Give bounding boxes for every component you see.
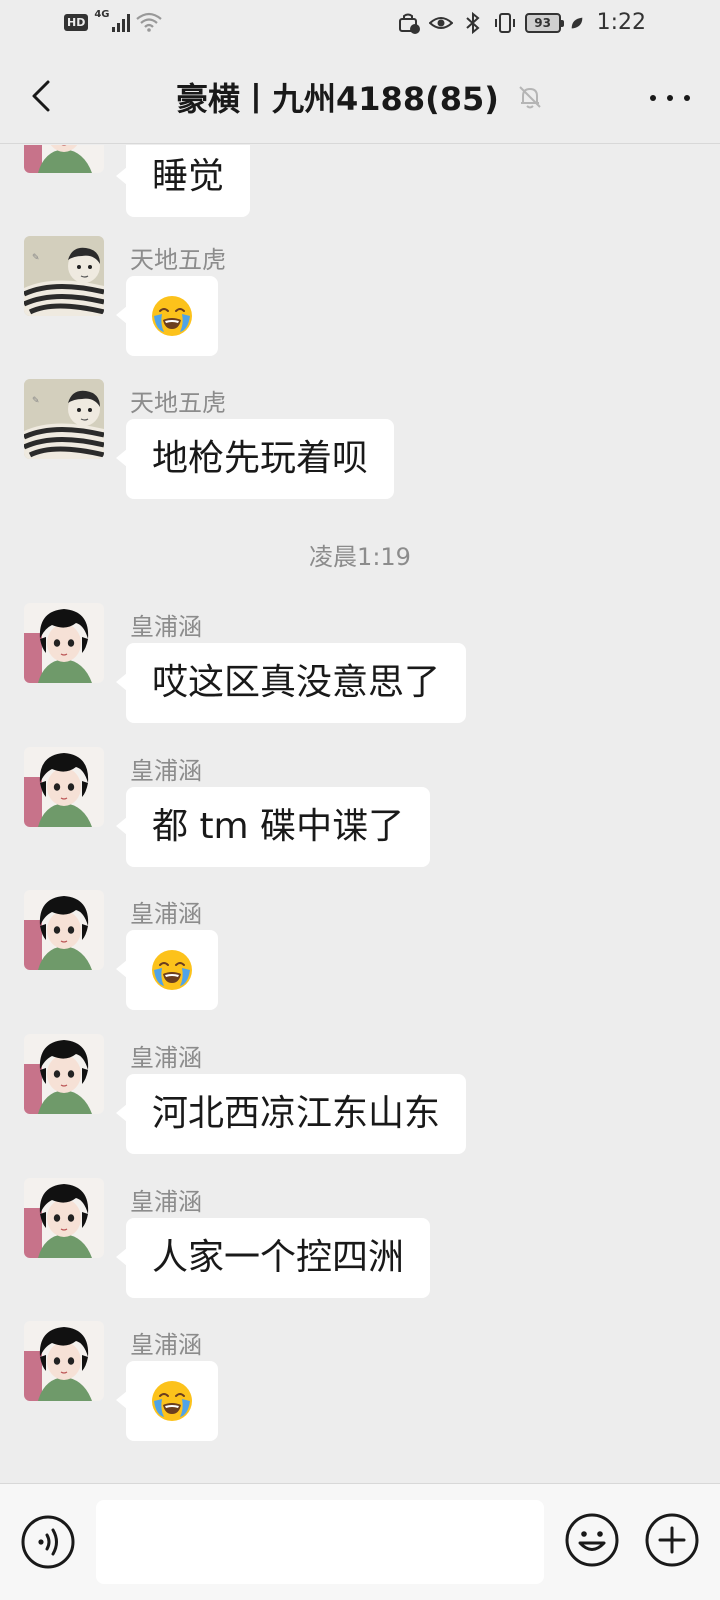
vpn-key-icon bbox=[398, 13, 420, 34]
timestamp: 凌晨1:19 bbox=[309, 543, 411, 571]
message-list[interactable]: 睡觉 天地五虎 天地五虎 地枪先玩着呗 凌晨1:19 皇浦涵 哎这区真没意思了 … bbox=[0, 145, 720, 1483]
loudly-crying-face-icon bbox=[150, 294, 194, 338]
message-item: 天地五虎 bbox=[24, 236, 704, 356]
avatar[interactable] bbox=[24, 145, 104, 173]
sender-name: 皇浦涵 bbox=[130, 757, 202, 785]
message-bubble[interactable]: 睡觉 bbox=[115, 145, 251, 217]
message-bubble[interactable]: 哎这区真没意思了 bbox=[115, 643, 467, 723]
title-area: 豪横丨九州4188(85) bbox=[0, 74, 720, 120]
avatar[interactable] bbox=[24, 890, 104, 970]
message-bubble[interactable]: 人家一个控四洲 bbox=[115, 1218, 431, 1298]
smiley-icon[interactable] bbox=[564, 1512, 620, 1568]
battery-icon: 93 bbox=[524, 12, 564, 33]
bluetooth-icon bbox=[465, 11, 480, 34]
vibrate-icon bbox=[494, 12, 515, 33]
loudly-crying-face-icon bbox=[150, 948, 194, 992]
message-item: 皇浦涵 河北西凉江东山东 bbox=[24, 1034, 704, 1154]
message-bubble[interactable]: 都 tm 碟中谍了 bbox=[115, 787, 431, 867]
avatar[interactable] bbox=[24, 603, 104, 683]
avatar[interactable] bbox=[24, 1178, 104, 1258]
bell-off-icon bbox=[519, 86, 541, 109]
battery-level: 93 bbox=[534, 15, 551, 30]
message-item: 天地五虎 地枪先玩着呗 bbox=[24, 379, 704, 499]
message-item: 皇浦涵 哎这区真没意思了 bbox=[24, 603, 704, 723]
eye-icon bbox=[428, 16, 453, 29]
message-item: 皇浦涵 bbox=[24, 890, 704, 1010]
sender-name: 天地五虎 bbox=[130, 246, 226, 274]
message-bubble[interactable] bbox=[116, 276, 218, 356]
sender-name: 皇浦涵 bbox=[130, 1044, 202, 1072]
avatar[interactable] bbox=[24, 236, 104, 316]
message-bubble[interactable]: 地枪先玩着呗 bbox=[115, 419, 395, 499]
avatar[interactable] bbox=[24, 747, 104, 827]
message-bubble[interactable]: 河北西凉江东山东 bbox=[115, 1074, 467, 1154]
loudly-crying-face-icon bbox=[150, 1379, 194, 1423]
chat-title: 豪横丨九州4188(85) bbox=[176, 80, 499, 118]
hd-badge: HD bbox=[64, 13, 89, 31]
message-input[interactable] bbox=[96, 1500, 544, 1584]
message-text: 人家一个控四洲 bbox=[152, 1237, 405, 1278]
status-left: HD 4G bbox=[64, 8, 162, 32]
message-item: 皇浦涵 都 tm 碟中谍了 bbox=[24, 747, 704, 867]
message-bubble[interactable] bbox=[116, 930, 218, 1010]
avatar[interactable] bbox=[24, 1321, 104, 1401]
status-time: 1:22 bbox=[596, 10, 646, 35]
message-item: 睡觉 bbox=[24, 145, 704, 217]
message-text: 河北西凉江东山东 bbox=[152, 1093, 441, 1134]
more-options-icon[interactable] bbox=[650, 88, 690, 108]
message-text: 都 tm 碟中谍了 bbox=[152, 806, 405, 847]
plus-circle-icon[interactable] bbox=[644, 1512, 700, 1568]
message-text: 地枪先玩着呗 bbox=[152, 438, 369, 479]
wifi-icon bbox=[135, 12, 162, 32]
leaf-icon bbox=[571, 17, 582, 28]
message-text: 睡觉 bbox=[152, 156, 225, 197]
message-text: 哎这区真没意思了 bbox=[152, 662, 441, 703]
status-bar: HD 4G 93 1:22 bbox=[0, 0, 720, 50]
signal-icon bbox=[111, 12, 130, 32]
sender-name: 皇浦涵 bbox=[130, 900, 202, 928]
input-bar bbox=[0, 1483, 720, 1600]
sender-name: 皇浦涵 bbox=[130, 1188, 202, 1216]
voice-icon[interactable] bbox=[20, 1514, 76, 1570]
chat-header: 豪横丨九州4188(85) bbox=[0, 50, 720, 144]
message-item: 皇浦涵 人家一个控四洲 bbox=[24, 1178, 704, 1298]
sender-name: 天地五虎 bbox=[130, 389, 226, 417]
status-right: 93 1:22 bbox=[397, 10, 646, 35]
avatar[interactable] bbox=[24, 379, 104, 459]
message-bubble[interactable] bbox=[116, 1361, 218, 1441]
message-item: 皇浦涵 bbox=[24, 1321, 704, 1441]
avatar[interactable] bbox=[24, 1034, 104, 1114]
sender-name: 皇浦涵 bbox=[130, 1331, 202, 1359]
sender-name: 皇浦涵 bbox=[130, 613, 202, 641]
network-type: 4G bbox=[94, 8, 110, 20]
